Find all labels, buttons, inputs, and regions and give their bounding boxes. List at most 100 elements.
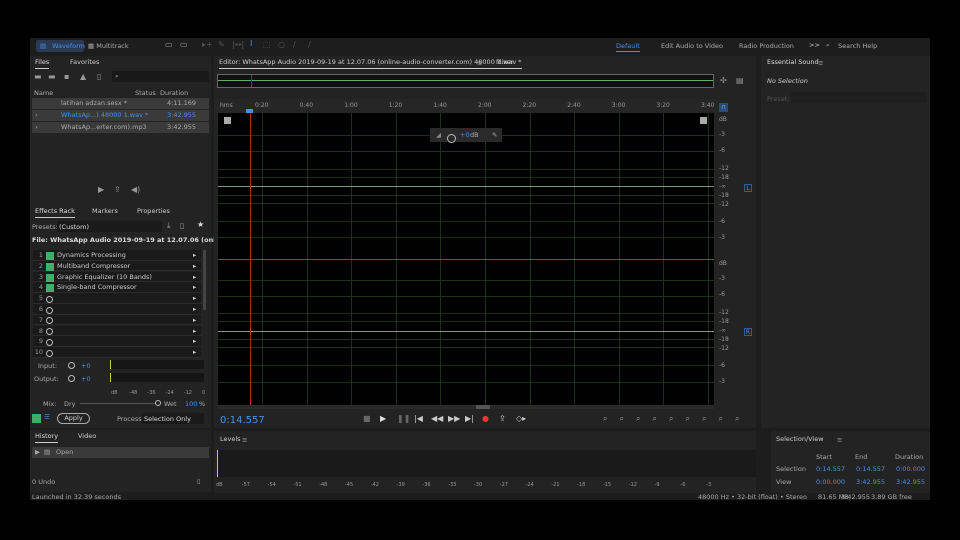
zoom-out-point-icon[interactable]: ⌕ (702, 414, 706, 424)
slot-menu-arrow-icon[interactable]: ▸ (193, 293, 196, 304)
tab-essential-sound[interactable]: Essential Sound (767, 56, 819, 69)
mix-slider[interactable] (80, 403, 156, 404)
delete-preset-icon[interactable]: ▯ (180, 221, 184, 230)
slot-menu-arrow-icon[interactable]: ▸ (193, 347, 196, 358)
loop-icon[interactable]: ⇪ (114, 185, 121, 194)
tab-mixer[interactable]: Mixer (496, 56, 514, 69)
zoom-in-time-icon[interactable]: ⌕ (636, 414, 640, 424)
tab-markers[interactable]: Markers (92, 205, 118, 218)
pause-icon[interactable]: ❚❚ (397, 414, 410, 423)
effect-slot[interactable]: 2 Multiband Compressor ▸ (33, 260, 201, 272)
volume-knob-icon[interactable] (447, 131, 456, 145)
col-name[interactable]: Name (34, 89, 53, 97)
rack-power-button[interactable] (32, 414, 41, 423)
channel-left-badge[interactable]: L (744, 184, 752, 192)
view-duration[interactable]: 3:42.955 (896, 478, 925, 486)
panel-icon[interactable]: ▤ (736, 76, 744, 85)
slot-menu-arrow-icon[interactable]: ▸ (193, 250, 196, 261)
apply-button[interactable]: Apply (57, 413, 90, 424)
zoom-icon[interactable]: ✣ (720, 76, 727, 85)
slot-menu-arrow-icon[interactable]: ▸ (193, 315, 196, 326)
levels-menu-icon[interactable]: ≡ (242, 436, 247, 444)
history-item[interactable]: ▶ ▤ Open (32, 447, 209, 458)
selection-end[interactable]: 0:14.557 (856, 465, 885, 473)
output-value[interactable]: +0 (81, 375, 91, 383)
presets-dropdown[interactable]: (Custom) (57, 221, 162, 232)
multitrack-button[interactable]: ▦ Multitrack (88, 42, 129, 50)
editor-menu-icon[interactable]: ≡ (477, 59, 482, 67)
waveform-button[interactable]: ▤ Waveform (36, 40, 85, 52)
stop-icon[interactable]: ■ (363, 414, 371, 423)
zoom-out-amplitude-icon[interactable]: ⌕ (620, 414, 624, 424)
view-end[interactable]: 3:42.955 (856, 478, 885, 486)
play-icon[interactable]: ▶ (380, 414, 386, 423)
snap-magnet-icon[interactable]: ∩ (719, 103, 728, 112)
volume-icon[interactable]: ◀) (131, 185, 140, 194)
waveform-display[interactable] (218, 113, 714, 405)
workspace-default[interactable]: Default (616, 42, 640, 50)
selection-duration[interactable]: 0:00.000 (896, 465, 925, 473)
list-icon[interactable]: ☰ (44, 413, 50, 421)
tab-files[interactable]: Files (35, 56, 50, 69)
effect-slot[interactable]: 3 Graphic Equalizer (10 Bands) ▸ (33, 271, 201, 283)
zoom-in-point-icon[interactable]: ⌕ (686, 414, 690, 424)
import-icon[interactable]: ▬ (48, 72, 56, 81)
view-start[interactable]: 0:00.000 (816, 478, 845, 486)
loop-icon[interactable]: ⇪ (499, 414, 506, 423)
selection-start[interactable]: 0:14.557 (816, 465, 845, 473)
slot-power-icon[interactable] (46, 348, 53, 359)
tab-video[interactable]: Video (78, 430, 96, 443)
fade-in-handle[interactable] (224, 117, 231, 124)
save-preset-icon[interactable]: ⤓ (167, 221, 171, 231)
lasso-tool-icon[interactable]: ○ (278, 40, 285, 49)
slot-menu-arrow-icon[interactable]: ▸ (193, 282, 196, 293)
trash-icon[interactable]: ▯ (197, 477, 201, 485)
skip-selection-icon[interactable]: ◇▸ (516, 414, 526, 423)
new-file-icon[interactable]: ▪ (64, 72, 69, 81)
effect-slot[interactable]: 1 Dynamics Processing ▸ (33, 250, 201, 261)
spectral-pitch-icon[interactable]: ▭ (180, 40, 188, 49)
file-row[interactable]: latihan adzan.sesx * 4:11.169 (32, 98, 209, 109)
slot-menu-arrow-icon[interactable]: ▸ (193, 261, 196, 272)
file-row[interactable]: › WhatsAp...erter.com).mp3 3:42.955 (32, 122, 209, 133)
horizontal-scrollbar[interactable] (218, 405, 714, 409)
playhead-line[interactable] (250, 113, 251, 405)
fade-out-handle[interactable] (700, 117, 707, 124)
favorite-star-icon[interactable]: ★ (197, 220, 204, 229)
overview-bar[interactable] (217, 74, 714, 88)
effect-slot[interactable]: 7 ▸ (33, 314, 201, 326)
zoom-tracks-icon[interactable]: ⌕ (735, 414, 739, 424)
essential-preset-dropdown[interactable] (791, 92, 927, 103)
zoom-in-amplitude-icon[interactable]: ⌕ (603, 414, 607, 424)
open-file-icon[interactable]: ▬ (34, 72, 42, 81)
zoom-out-time-icon[interactable]: ⌕ (653, 414, 657, 424)
slip-tool-icon[interactable]: |↔| (232, 40, 244, 49)
mix-wet-value[interactable]: 100 (185, 400, 197, 408)
file-row[interactable]: › WhatsAp...) 48000 1.wav * 3:42.955 (32, 110, 209, 121)
col-duration[interactable]: Duration (160, 89, 188, 97)
input-value[interactable]: +0 (81, 362, 91, 370)
fast-forward-icon[interactable]: ▶▶ (448, 414, 460, 423)
tab-levels[interactable]: Levels (220, 433, 241, 446)
tab-selection-view[interactable]: Selection/View (776, 433, 824, 446)
input-knob-icon[interactable] (68, 361, 75, 369)
effect-slot[interactable]: 10 ▸ (33, 347, 201, 358)
mix-slider-handle[interactable] (155, 399, 161, 407)
zoom-full-icon[interactable]: ⌕ (719, 414, 723, 424)
tab-favorites[interactable]: Favorites (70, 56, 99, 69)
effect-slot[interactable]: 4 Single-band Compressor ▸ (33, 282, 201, 294)
brush-tool-icon[interactable]: / (293, 40, 296, 49)
more-workspaces-button[interactable]: >> (809, 41, 820, 49)
slot-menu-arrow-icon[interactable]: ▸ (193, 272, 196, 283)
menu-icon[interactable]: ≡ (837, 436, 842, 444)
zoom-selection-icon[interactable]: ⌕ (669, 414, 673, 424)
spectral-frequency-icon[interactable]: ▭ (165, 40, 173, 49)
time-selection-tool-icon[interactable]: I (250, 39, 252, 48)
pin-icon[interactable]: ✎ (492, 128, 497, 142)
output-knob-icon[interactable] (68, 374, 75, 382)
workspace-radio-production[interactable]: Radio Production (739, 42, 794, 50)
effect-slot[interactable]: 5 ▸ (33, 293, 201, 304)
slot-menu-arrow-icon[interactable]: ▸ (193, 326, 196, 337)
move-tool-icon[interactable]: ▸+ (202, 40, 213, 49)
tab-effects-rack[interactable]: Effects Rack (35, 205, 75, 218)
